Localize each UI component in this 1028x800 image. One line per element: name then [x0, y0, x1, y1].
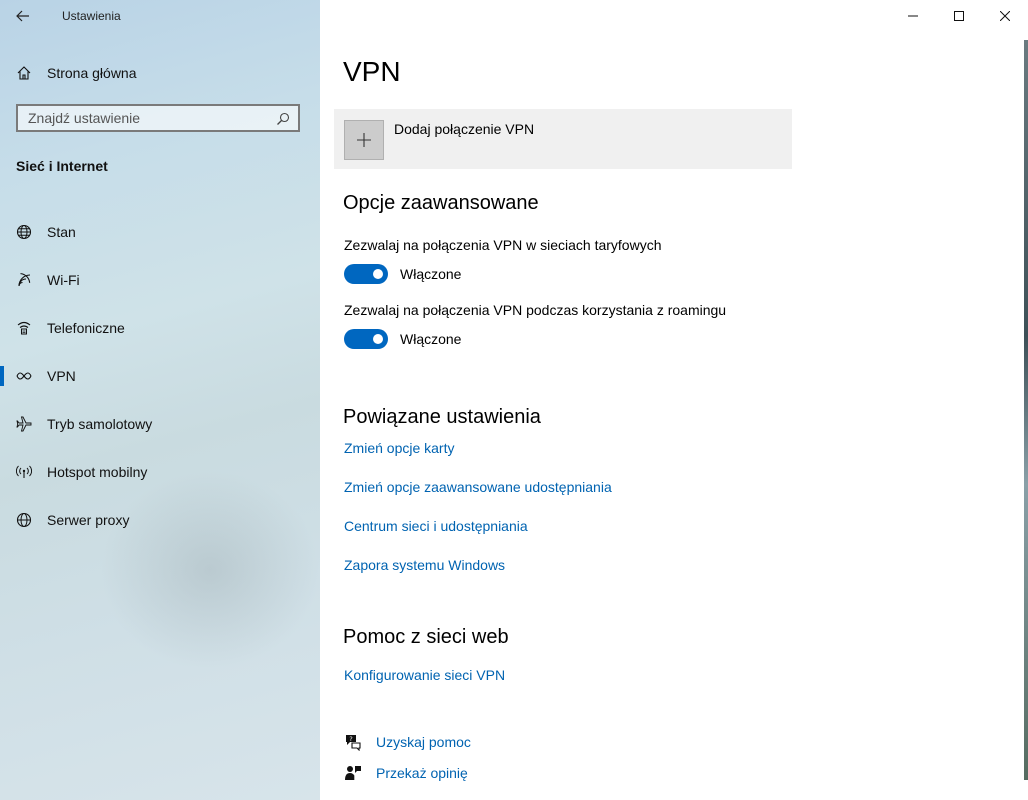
nav-list: Stan Wi-Fi Telefoniczne VPN Tryb samolot…: [0, 208, 320, 544]
sidebar-item-label: VPN: [47, 368, 76, 384]
metered-toggle-row: Włączone: [344, 264, 461, 284]
link-windows-firewall[interactable]: Zapora systemu Windows: [344, 557, 505, 573]
advanced-options-heading: Opcje zaawansowane: [343, 192, 539, 214]
home-icon: [16, 65, 32, 81]
settings-window: Ustawienia Strona główna Sieć i Internet: [0, 0, 1028, 800]
link-setup-vpn[interactable]: Konfigurowanie sieci VPN: [344, 667, 505, 683]
search-box[interactable]: [16, 104, 300, 132]
globe-icon: [16, 512, 32, 528]
sidebar-item-label: Hotspot mobilny: [47, 464, 148, 480]
page-title: VPN: [343, 56, 401, 87]
link-network-sharing-center[interactable]: Centrum sieci i udostępniania: [344, 518, 528, 534]
maximize-button[interactable]: [936, 0, 982, 32]
airplane-icon: [16, 416, 32, 432]
link-advanced-sharing[interactable]: Zmień opcje zaawansowane udostępniania: [344, 479, 612, 495]
sidebar-item-label: Tryb samolotowy: [47, 416, 153, 432]
related-settings-heading: Powiązane ustawienia: [343, 406, 541, 428]
roaming-toggle-row: Włączone: [344, 329, 461, 349]
sidebar-item-hotspot[interactable]: Hotspot mobilny: [0, 448, 320, 496]
hotspot-icon: [16, 464, 32, 480]
search-input[interactable]: [18, 109, 270, 127]
home-nav-item[interactable]: Strona główna: [0, 58, 320, 88]
vpn-icon: [16, 368, 32, 384]
wifi-icon: [16, 272, 32, 288]
sidebar-item-label: Stan: [47, 224, 76, 240]
sidebar-item-label: Telefoniczne: [47, 320, 125, 336]
svg-text:?: ?: [349, 735, 352, 743]
home-label: Strona główna: [47, 65, 137, 81]
app-title: Ustawienia: [62, 9, 121, 23]
background-edge: [1024, 40, 1028, 780]
minimize-icon: [908, 15, 918, 17]
get-help-label: Uzyskaj pomoc: [376, 734, 471, 750]
maximize-icon: [954, 11, 964, 21]
globe-icon: [16, 224, 32, 240]
toggle-knob: [373, 269, 383, 279]
metered-toggle-state: Włączone: [400, 266, 462, 282]
section-heading: Sieć i Internet: [16, 158, 108, 174]
sidebar-item-label: Serwer proxy: [47, 512, 130, 528]
roaming-toggle-state: Włączone: [400, 331, 462, 347]
close-icon: [1000, 11, 1010, 21]
feedback-link[interactable]: Przekaż opinię: [344, 764, 468, 782]
roaming-toggle[interactable]: [344, 329, 388, 349]
add-vpn-button[interactable]: Dodaj połączenie VPN: [334, 109, 792, 169]
sidebar-item-airplane-mode[interactable]: Tryb samolotowy: [0, 400, 320, 448]
sidebar: Ustawienia Strona główna Sieć i Internet: [0, 0, 320, 800]
add-vpn-label: Dodaj połączenie VPN: [394, 121, 535, 137]
back-button[interactable]: [0, 0, 46, 32]
feedback-icon: [345, 766, 361, 780]
window-controls: [890, 0, 1028, 32]
sidebar-item-label: Wi-Fi: [47, 272, 80, 288]
search-icon: [277, 112, 290, 125]
metered-toggle[interactable]: [344, 264, 388, 284]
toggle-knob: [373, 334, 383, 344]
get-help-link[interactable]: ? Uzyskaj pomoc: [344, 733, 471, 751]
minimize-button[interactable]: [890, 0, 936, 32]
sidebar-item-telefoniczne[interactable]: Telefoniczne: [0, 304, 320, 352]
metered-label: Zezwalaj na połączenia VPN w sieciach ta…: [344, 237, 662, 253]
help-chat-icon: ?: [346, 735, 361, 751]
web-help-heading: Pomoc z sieci web: [343, 626, 509, 648]
roaming-label: Zezwalaj na połączenia VPN podczas korzy…: [344, 302, 727, 318]
link-change-adapter-options[interactable]: Zmień opcje karty: [344, 440, 454, 456]
plus-icon: [344, 120, 384, 160]
title-bar: Ustawienia: [0, 0, 121, 32]
sidebar-item-wifi[interactable]: Wi-Fi: [0, 256, 320, 304]
main-content: VPN Dodaj połączenie VPN Opcje zaawansow…: [320, 0, 1028, 800]
sidebar-item-proxy[interactable]: Serwer proxy: [0, 496, 320, 544]
back-arrow-icon: [16, 10, 29, 22]
dialup-icon: [16, 320, 32, 336]
sidebar-item-vpn[interactable]: VPN: [0, 352, 320, 400]
feedback-label: Przekaż opinię: [376, 765, 468, 781]
sidebar-item-stan[interactable]: Stan: [0, 208, 320, 256]
close-button[interactable]: [982, 0, 1028, 32]
